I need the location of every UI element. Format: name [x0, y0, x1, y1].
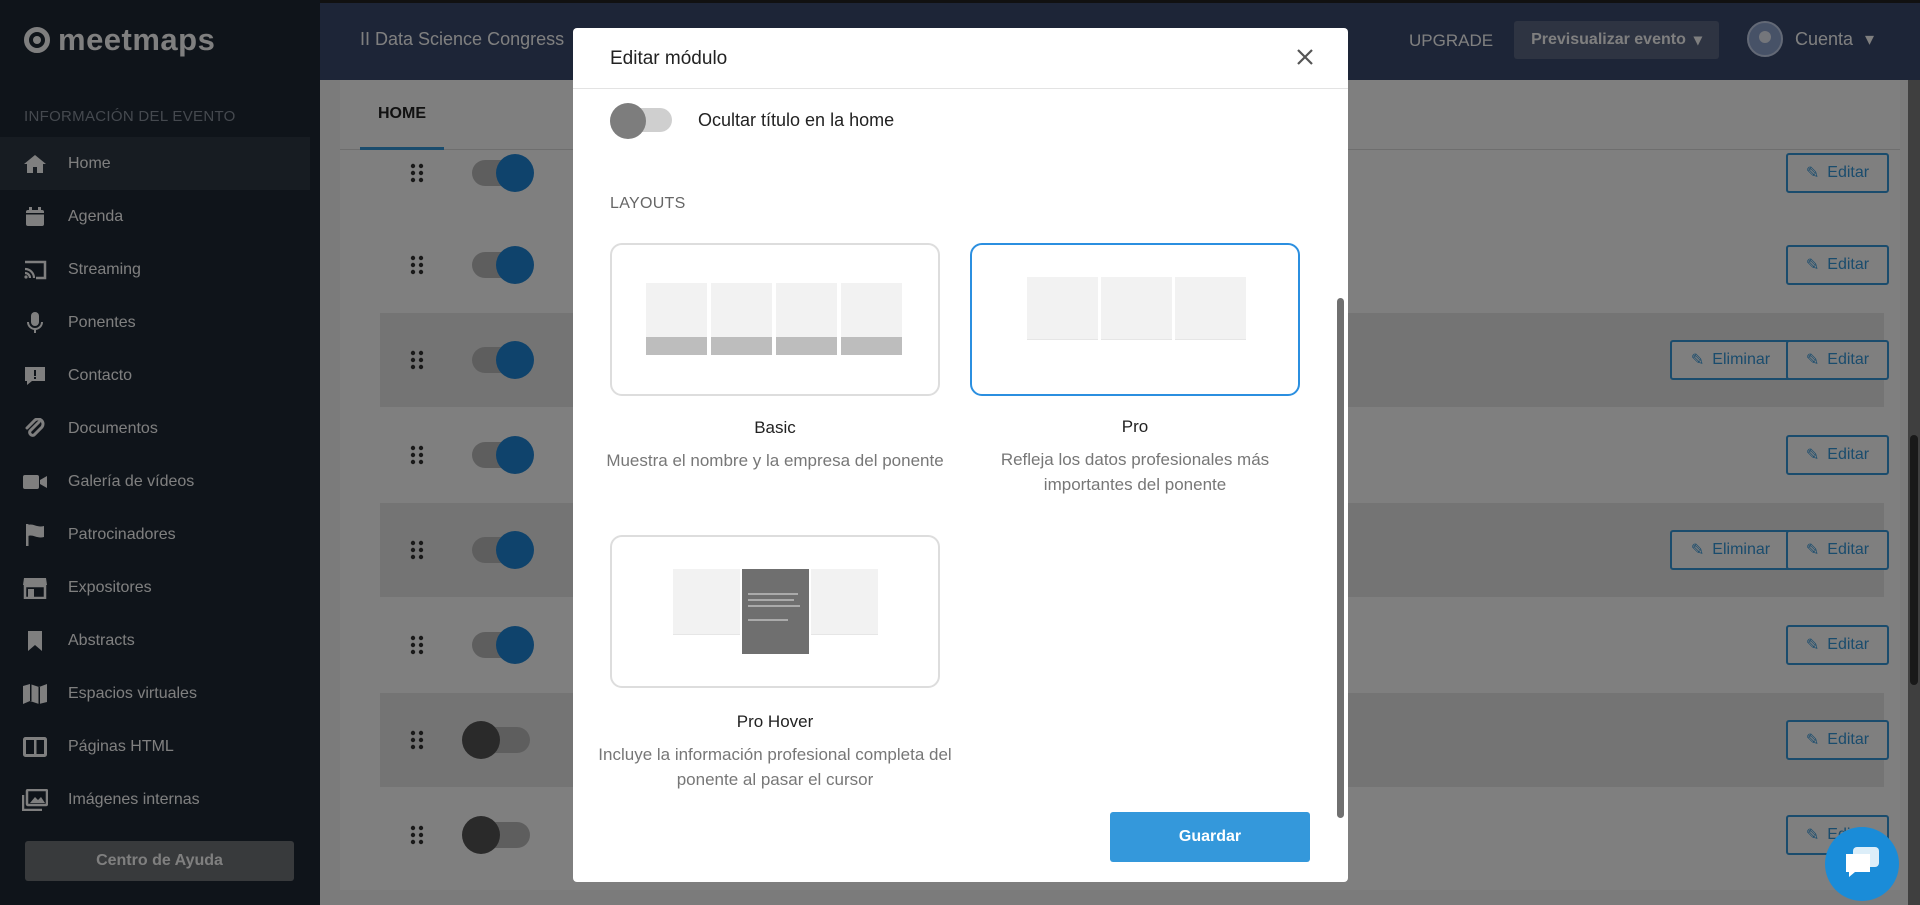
chat-button[interactable] — [1825, 827, 1899, 901]
preview-tile — [1027, 277, 1098, 359]
preview-tile — [811, 569, 878, 654]
preview-tile — [841, 283, 902, 355]
edit-module-modal: Editar módulo Ocultar título en la home … — [573, 28, 1348, 882]
save-button[interactable]: Guardar — [1110, 812, 1310, 862]
preview-tile-bar — [646, 337, 707, 355]
layout-card-basic[interactable] — [610, 243, 940, 396]
preview-tile — [1101, 277, 1172, 359]
modal-body: Ocultar título en la home LAYOUTS Basic … — [573, 90, 1348, 808]
preview-text-line — [748, 605, 800, 607]
preview-text-line — [748, 593, 798, 595]
preview-tile-footer — [1027, 339, 1098, 359]
layout-card-pro[interactable] — [970, 243, 1300, 396]
modal-title: Editar módulo — [610, 48, 728, 69]
layout-name-pro-hover: Pro Hover — [736, 712, 814, 731]
preview-tile — [673, 569, 740, 654]
preview-tile-footer — [1101, 339, 1172, 359]
hide-title-toggle[interactable] — [610, 103, 672, 139]
layout-desc-pro-hover: Incluye la información profesional compl… — [598, 745, 952, 789]
preview-tile-hover — [742, 569, 809, 654]
modal-header: Editar módulo — [573, 28, 1348, 89]
modal-scrollbar-thumb[interactable] — [1337, 298, 1344, 818]
layouts-section-title: LAYOUTS — [610, 195, 686, 212]
preview-tile-footer — [1175, 339, 1246, 359]
preview-text-line — [748, 619, 788, 621]
preview-tile — [776, 283, 837, 355]
preview-tile-bar — [776, 337, 837, 355]
layout-card-pro-hover[interactable] — [610, 535, 940, 688]
preview-tile — [646, 283, 707, 355]
preview-text-line — [748, 599, 794, 601]
preview-tile-bar — [711, 337, 772, 355]
preview-tile — [1175, 277, 1246, 359]
preview-tile-bar — [841, 337, 902, 355]
toggle-knob — [610, 103, 646, 139]
layout-name-pro: Pro — [1121, 417, 1149, 436]
layout-name-basic: Basic — [754, 418, 796, 437]
modal-scrollbar[interactable] — [1336, 90, 1346, 818]
preview-tile-footer — [811, 634, 878, 654]
preview-tile-footer — [673, 634, 740, 654]
layout-desc-basic: Muestra el nombre y la empresa del ponen… — [606, 451, 944, 470]
layout-desc-pro: Refleja los datos profesionales más impo… — [1000, 450, 1270, 494]
preview-tile — [711, 283, 772, 355]
close-button[interactable] — [1290, 44, 1320, 74]
hide-title-label: Ocultar título en la home — [698, 110, 895, 130]
close-icon — [1296, 48, 1314, 71]
chat-icon — [1843, 845, 1881, 884]
